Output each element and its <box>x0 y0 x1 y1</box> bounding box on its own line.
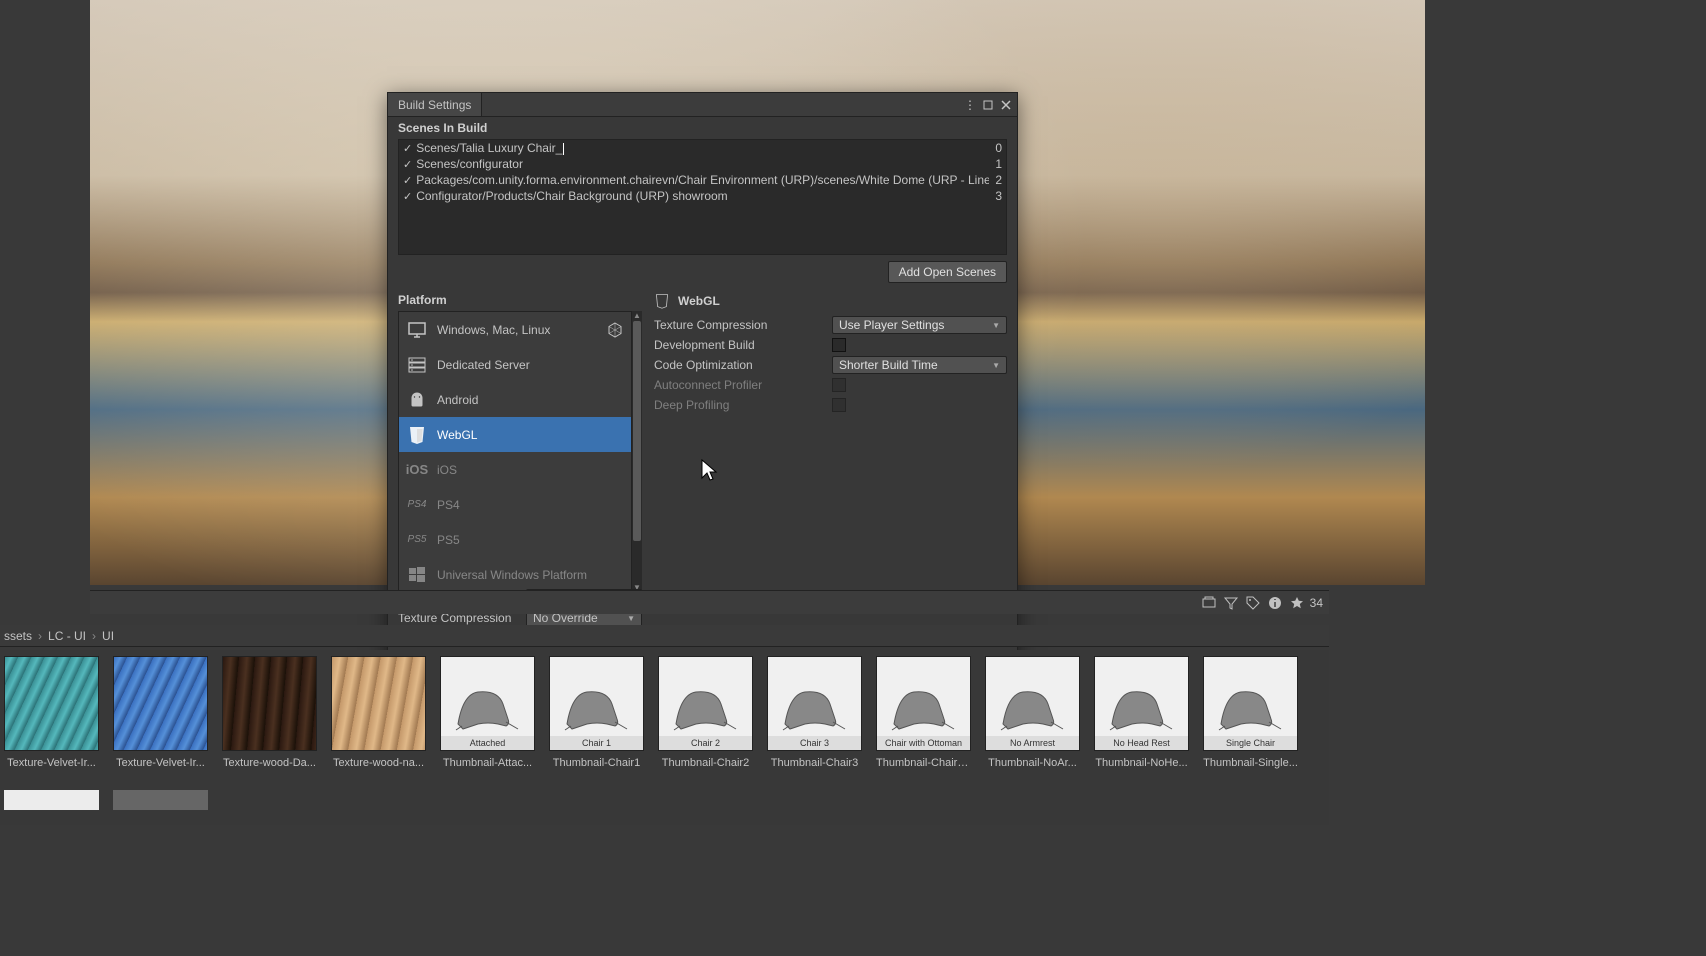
platform-item-ios[interactable]: iOS iOS <box>399 452 631 487</box>
development-build-label: Development Build <box>654 338 832 352</box>
scene-row[interactable]: ✓ Scenes/Talia Luxury Chair_ 0 <box>399 140 1006 156</box>
star-icon[interactable] <box>1288 594 1306 612</box>
texture-compression-dropdown[interactable]: Use Player Settings <box>832 316 1007 334</box>
ps4-icon: PS4 <box>407 495 427 515</box>
deep-profiling-label: Deep Profiling <box>654 398 832 412</box>
scene-row[interactable]: ✓ Configurator/Products/Chair Background… <box>399 188 1006 204</box>
platform-list[interactable]: Windows, Mac, Linux Dedicated Server And… <box>398 311 632 593</box>
asset-label: Texture-wood-Da... <box>222 757 317 769</box>
maximize-icon[interactable] <box>981 98 995 112</box>
texture-compression-label: Texture Compression <box>654 318 832 332</box>
autoconnect-profiler-label: Autoconnect Profiler <box>654 378 832 392</box>
scrollbar-thumb[interactable] <box>633 321 641 541</box>
dialog-titlebar[interactable]: Build Settings ⋮ <box>388 93 1017 117</box>
development-build-checkbox[interactable] <box>832 338 846 352</box>
info-icon[interactable] <box>1266 594 1284 612</box>
platform-item-ps4[interactable]: PS4 PS4 <box>399 487 631 522</box>
asset-label: Thumbnail-Chair1 <box>549 757 644 769</box>
ios-icon: iOS <box>407 460 427 480</box>
thumb-caption: Chair 1 <box>550 736 643 750</box>
asset-thumb[interactable] <box>222 656 317 751</box>
asset-thumb[interactable]: Chair with Ottoman <box>876 656 971 751</box>
html5-icon <box>407 425 427 445</box>
breadcrumb: ssets › LC - UI › UI <box>0 625 1329 647</box>
star-count: 34 <box>1310 596 1323 610</box>
check-icon[interactable]: ✓ <box>403 190 412 203</box>
asset-label: Texture-Velvet-Ir... <box>4 757 99 769</box>
thumb-caption: Attached <box>441 736 534 750</box>
windows-icon <box>407 565 427 585</box>
breadcrumb-item[interactable]: UI <box>102 629 114 643</box>
project-toolbar: 34 <box>90 590 1329 614</box>
platform-item-ps5[interactable]: PS5 PS5 <box>399 522 631 557</box>
check-icon[interactable]: ✓ <box>403 174 412 187</box>
platform-item-webgl[interactable]: WebGL <box>399 417 631 452</box>
asset-thumb[interactable]: Single Chair <box>1203 656 1298 751</box>
filter-icon[interactable] <box>1222 594 1240 612</box>
platform-item-uwp[interactable]: Universal Windows Platform <box>399 557 631 592</box>
asset-thumb[interactable]: Chair 2 <box>658 656 753 751</box>
thumb-caption: No Head Rest <box>1095 736 1188 750</box>
check-icon[interactable]: ✓ <box>403 158 412 171</box>
add-open-scenes-button[interactable]: Add Open Scenes <box>888 261 1007 283</box>
breadcrumb-item[interactable]: LC - UI <box>48 629 86 643</box>
thumb-caption: Chair 2 <box>659 736 752 750</box>
asset-label: Thumbnail-Single... <box>1203 757 1298 769</box>
asset-thumb[interactable] <box>4 656 99 751</box>
asset-label: Thumbnail-ChairW... <box>876 757 971 769</box>
tag-icon[interactable] <box>1244 594 1262 612</box>
platform-scrollbar[interactable]: ▲ ▼ <box>632 311 642 593</box>
asset-label: Thumbnail-Chair3 <box>767 757 862 769</box>
asset-thumb[interactable] <box>4 790 99 810</box>
server-icon <box>407 355 427 375</box>
platform-item-android[interactable]: Android <box>399 382 631 417</box>
asset-thumb[interactable] <box>331 656 426 751</box>
monitor-icon <box>407 320 427 340</box>
code-optimization-label: Code Optimization <box>654 358 832 372</box>
scenes-in-build-label: Scenes In Build <box>388 117 1017 137</box>
deep-profiling-checkbox <box>832 398 846 412</box>
menu-icon[interactable]: ⋮ <box>963 98 977 112</box>
close-icon[interactable] <box>999 98 1013 112</box>
thumb-caption: Single Chair <box>1204 736 1297 750</box>
breadcrumb-item[interactable]: ssets <box>4 629 32 643</box>
hidden-icon[interactable] <box>1200 594 1218 612</box>
asset-thumb[interactable] <box>113 790 208 810</box>
platform-item-windows[interactable]: Windows, Mac, Linux <box>399 312 631 347</box>
html5-icon <box>654 293 670 309</box>
asset-label: Texture-Velvet-Ir... <box>113 757 208 769</box>
check-icon[interactable]: ✓ <box>403 142 412 155</box>
thumb-caption: Chair 3 <box>768 736 861 750</box>
asset-thumb[interactable]: Chair 3 <box>767 656 862 751</box>
asset-label: Thumbnail-NoAr... <box>985 757 1080 769</box>
asset-thumb[interactable]: No Armrest <box>985 656 1080 751</box>
scene-row[interactable]: ✓ Scenes/configurator 1 <box>399 156 1006 172</box>
unity-icon <box>607 322 623 338</box>
ps5-icon: PS5 <box>407 530 427 550</box>
dialog-title: Build Settings <box>388 93 482 116</box>
code-optimization-dropdown[interactable]: Shorter Build Time <box>832 356 1007 374</box>
asset-thumb[interactable]: Attached <box>440 656 535 751</box>
scene-row[interactable]: ✓ Packages/com.unity.forma.environment.c… <box>399 172 1006 188</box>
scenes-list[interactable]: ✓ Scenes/Talia Luxury Chair_ 0 ✓ Scenes/… <box>398 139 1007 255</box>
autoconnect-profiler-checkbox <box>832 378 846 392</box>
asset-thumb[interactable] <box>113 656 208 751</box>
asset-label: Thumbnail-Attac... <box>440 757 535 769</box>
asset-grid-row2[interactable] <box>0 790 1329 820</box>
asset-label: Thumbnail-Chair2 <box>658 757 753 769</box>
thumb-caption: Chair with Ottoman <box>877 736 970 750</box>
platform-item-dedicated-server[interactable]: Dedicated Server <box>399 347 631 382</box>
asset-label: Texture-wood-na... <box>331 757 426 769</box>
asset-thumb[interactable]: No Head Rest <box>1094 656 1189 751</box>
android-icon <box>407 390 427 410</box>
asset-label: Thumbnail-NoHe... <box>1094 757 1189 769</box>
platform-label: Platform <box>398 291 642 311</box>
asset-thumb[interactable]: Chair 1 <box>549 656 644 751</box>
thumb-caption: No Armrest <box>986 736 1079 750</box>
selected-platform-title: WebGL <box>678 294 720 308</box>
